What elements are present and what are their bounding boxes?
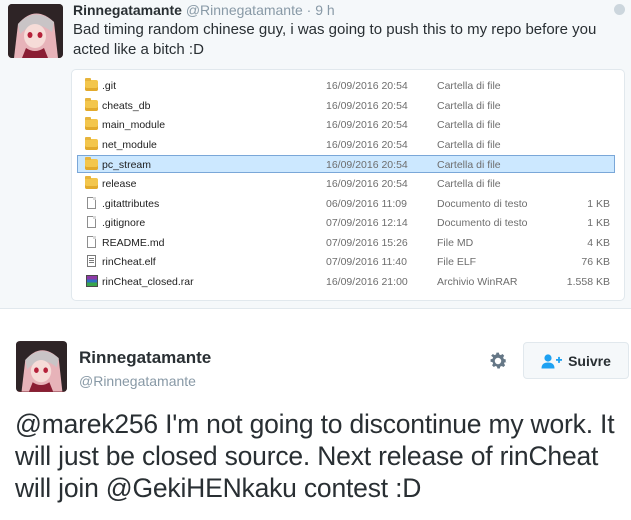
file-type: File MD: [437, 236, 474, 249]
file-size: 1 KB: [587, 217, 610, 230]
folder-icon: [85, 157, 98, 171]
file-row[interactable]: .gitignore 07/09/2016 12:14 Documento di t…: [78, 214, 614, 232]
file-type: Documento di testo: [437, 197, 528, 210]
tweet-timestamp[interactable]: 9 h: [315, 2, 334, 18]
file-row[interactable]: README.md 07/09/2016 15:26 File MD 4 KB: [78, 234, 614, 252]
tweet-1: Rinnegatamante @Rinnegatamante · 9 h Bad…: [0, 0, 631, 309]
file-type: Cartella di file: [437, 119, 501, 132]
file-modified-date: 07/09/2016 11:40: [326, 256, 407, 269]
file-modified-date: 16/09/2016 20:54: [326, 99, 408, 112]
file-row[interactable]: main_module 16/09/2016 20:54 Cartella di f…: [78, 116, 614, 134]
file-type: Cartella di file: [437, 80, 501, 92]
file-type: File ELF: [437, 256, 477, 269]
folder-icon: [85, 136, 98, 150]
file-row[interactable]: cheats_db 16/09/2016 20:54 Cartella di fil…: [78, 97, 614, 115]
file-row[interactable]: pc_stream 16/09/2016 20:54 Cartella di fil…: [77, 155, 615, 174]
file-modified-date: 07/09/2016 15:26: [326, 236, 408, 249]
file-modified-date: 07/09/2016 12:14: [326, 217, 408, 230]
author-handle[interactable]: @Rinnegatamante: [186, 2, 303, 18]
follow-button[interactable]: Suivre: [523, 342, 629, 379]
text-file-icon: [87, 235, 96, 248]
anime-avatar-icon: [16, 341, 67, 392]
author-avatar[interactable]: [16, 341, 67, 392]
file-type: Cartella di file: [437, 178, 501, 190]
file-type: Cartella di file: [437, 159, 501, 172]
file-type: Documento di testo: [437, 217, 528, 230]
folder-icon: [85, 117, 98, 131]
text-file-icon: [87, 216, 96, 229]
file-type: Cartella di file: [437, 138, 501, 151]
file-row[interactable]: .git 16/09/2016 20:54 Cartella di file: [78, 77, 614, 95]
author-handle[interactable]: @Rinnegatamante: [79, 373, 196, 389]
tweet-options-icon[interactable]: [614, 4, 625, 15]
file-name: README.md: [102, 236, 165, 249]
winrar-archive-icon: [86, 275, 98, 287]
file-size: 76 KB: [581, 256, 610, 269]
attached-screenshot-file-explorer[interactable]: .git 16/09/2016 20:54 Cartella di file chea…: [71, 69, 625, 301]
file-name: rinCheat.elf: [102, 256, 156, 269]
mention-link[interactable]: @marek256: [15, 409, 158, 439]
file-name: .git: [102, 80, 117, 92]
file-modified-date: 16/09/2016 21:00: [326, 276, 408, 288]
meta-separator: ·: [306, 2, 312, 18]
file-type: Cartella di file: [437, 99, 501, 112]
file-size: 1.558 KB: [566, 276, 610, 288]
author-name[interactable]: Rinnegatamante: [79, 348, 211, 368]
author-name[interactable]: Rinnegatamante: [73, 2, 182, 18]
follow-button-label: Suivre: [568, 352, 611, 369]
file-name: cheats_db: [102, 99, 151, 112]
file-modified-date: 16/09/2016 20:54: [326, 159, 408, 172]
add-user-icon: [541, 353, 563, 368]
file-name: .gitattributes: [102, 197, 160, 210]
file-name: rinCheat_closed.rar: [102, 276, 194, 288]
file-name: .gitignore: [102, 217, 146, 230]
file-row[interactable]: net_module 16/09/2016 20:54 Cartella di fi…: [78, 136, 614, 154]
folder-icon: [85, 97, 98, 111]
file-name: release: [102, 178, 137, 190]
anime-avatar-icon: [8, 4, 63, 58]
gear-icon[interactable]: [487, 350, 509, 372]
file-row[interactable]: release 16/09/2016 20:54 Cartella di file: [78, 175, 614, 193]
file-modified-date: 06/09/2016 11:09: [326, 197, 407, 210]
file-modified-date: 16/09/2016 20:54: [326, 178, 408, 190]
author-avatar[interactable]: [8, 4, 63, 58]
file-modified-date: 16/09/2016 20:54: [326, 80, 408, 92]
folder-icon: [85, 78, 98, 91]
file-size: 4 KB: [587, 236, 610, 249]
file-size: 1 KB: [587, 197, 610, 210]
file-row[interactable]: rinCheat_closed.rar 16/09/2016 21:00 Archi…: [78, 273, 614, 291]
file-modified-date: 16/09/2016 20:54: [326, 119, 408, 132]
tweet-text-segment: contest :D: [296, 473, 422, 503]
tweet-header: Rinnegatamante @Rinnegatamante · 9 h: [73, 2, 335, 18]
file-row[interactable]: rinCheat.elf 07/09/2016 11:40 File ELF 76 K…: [78, 253, 614, 271]
mention-link[interactable]: @GekiHENkaku: [106, 473, 297, 503]
file-type: Archivio WinRAR: [437, 276, 518, 288]
file-name: pc_stream: [102, 159, 152, 172]
binary-file-icon: [87, 255, 96, 268]
tweet-text: @marek256 I'm not going to discontinue m…: [15, 408, 627, 504]
file-name: main_module: [102, 119, 166, 132]
file-modified-date: 16/09/2016 20:54: [326, 138, 408, 151]
file-row[interactable]: .gitattributes 06/09/2016 11:09 Documento …: [78, 195, 614, 213]
tweet-text: Bad timing random chinese guy, i was goi…: [73, 21, 597, 58]
file-name: net_module: [102, 138, 157, 151]
folder-icon: [85, 176, 98, 189]
text-file-icon: [87, 196, 96, 209]
